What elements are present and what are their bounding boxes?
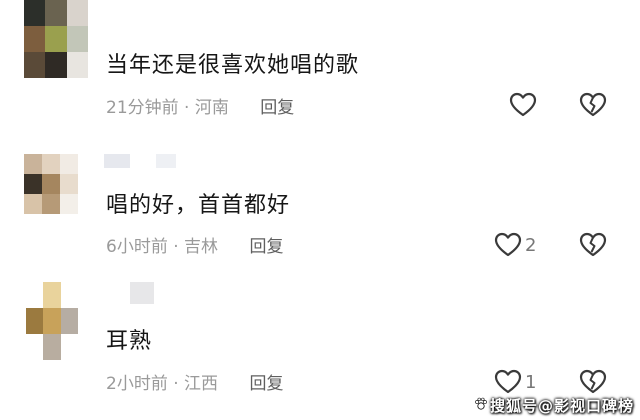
watermark-text: 搜狐号@影视口碑榜 xyxy=(489,397,634,415)
dislike-button[interactable] xyxy=(579,92,607,118)
avatar-pixel xyxy=(42,174,60,194)
comment-time: 2小时前 xyxy=(106,374,168,394)
like-button[interactable] xyxy=(509,92,540,118)
avatar-pixel xyxy=(26,334,44,360)
meta-separator: · xyxy=(173,374,179,394)
avatar-pixel xyxy=(60,174,78,194)
watermark: 搜狐号@影视口碑榜 xyxy=(472,395,634,416)
reply-button[interactable]: 回复 xyxy=(249,374,283,394)
username-redacted[interactable] xyxy=(104,154,176,168)
comment-text: 唱的好，首首都好 xyxy=(106,193,291,218)
avatar-pixel xyxy=(24,0,46,26)
avatar-pixel xyxy=(24,154,42,174)
avatar-pixel xyxy=(45,52,67,78)
comment-item: 唱的好，首首都好 6小时前 · 吉林 回复 2 xyxy=(0,150,640,290)
username-redacted[interactable] xyxy=(130,282,154,304)
heart-outline-icon xyxy=(494,369,522,395)
comment-meta: 6小时前 · 吉林 回复 xyxy=(106,236,283,258)
heart-outline-icon xyxy=(494,232,522,258)
avatar-pixel xyxy=(45,0,67,26)
avatar-pixel xyxy=(43,334,61,360)
avatar-pixel xyxy=(24,26,46,52)
username-mosaic-block xyxy=(156,154,176,168)
avatar-pixel xyxy=(24,174,42,194)
avatar-pixel xyxy=(42,194,60,214)
comment-location: 吉林 xyxy=(184,237,219,257)
avatar-pixel xyxy=(66,0,88,26)
reply-button[interactable]: 回复 xyxy=(260,98,294,118)
avatar-pixel xyxy=(43,308,61,334)
avatar-pixel xyxy=(24,194,42,214)
comment-time: 6小时前 xyxy=(106,237,168,257)
reply-button[interactable]: 回复 xyxy=(249,237,283,257)
username-mosaic-block xyxy=(130,154,156,168)
dislike-button[interactable] xyxy=(579,232,607,258)
comment-location: 江西 xyxy=(184,374,219,394)
broken-heart-icon xyxy=(579,92,607,118)
dislike-button[interactable] xyxy=(579,369,607,395)
avatar-pixel xyxy=(24,52,46,78)
comment-item: 当年还是很喜欢她唱的歌 21分钟前 · 河南 回复 xyxy=(0,0,640,140)
comment-text: 当年还是很喜欢她唱的歌 xyxy=(106,53,360,78)
avatar-pixel xyxy=(60,194,78,214)
comment-meta: 21分钟前 · 河南 回复 xyxy=(106,97,294,119)
avatar-pixel xyxy=(26,282,44,308)
avatar-pixel xyxy=(26,308,44,334)
avatar[interactable] xyxy=(24,0,88,78)
avatar-pixel xyxy=(43,282,61,308)
comment-text: 耳熟 xyxy=(106,329,153,354)
broken-heart-icon xyxy=(579,369,607,395)
avatar-pixel xyxy=(60,308,78,334)
comment-time: 21分钟前 xyxy=(106,98,179,118)
avatar[interactable] xyxy=(24,154,78,214)
avatar-pixel xyxy=(66,52,88,78)
avatar-pixel xyxy=(66,26,88,52)
avatar-pixel xyxy=(42,154,60,174)
comment-meta: 2小时前 · 江西 回复 xyxy=(106,373,283,395)
avatar[interactable] xyxy=(26,282,78,360)
meta-separator: · xyxy=(173,237,179,257)
like-count: 2 xyxy=(525,234,537,256)
avatar-pixel xyxy=(45,26,67,52)
broken-heart-icon xyxy=(579,232,607,258)
paw-icon xyxy=(474,397,488,415)
heart-outline-icon xyxy=(509,92,537,118)
avatar-pixel xyxy=(60,154,78,174)
like-count: 1 xyxy=(525,371,537,393)
comment-location: 河南 xyxy=(194,98,229,118)
username-mosaic-block xyxy=(130,282,154,304)
like-button[interactable]: 1 xyxy=(494,369,536,395)
username-mosaic-block xyxy=(104,154,130,168)
like-button[interactable]: 2 xyxy=(494,232,536,258)
avatar-pixel xyxy=(60,282,78,308)
meta-separator: · xyxy=(184,98,190,118)
avatar-pixel xyxy=(60,334,78,360)
